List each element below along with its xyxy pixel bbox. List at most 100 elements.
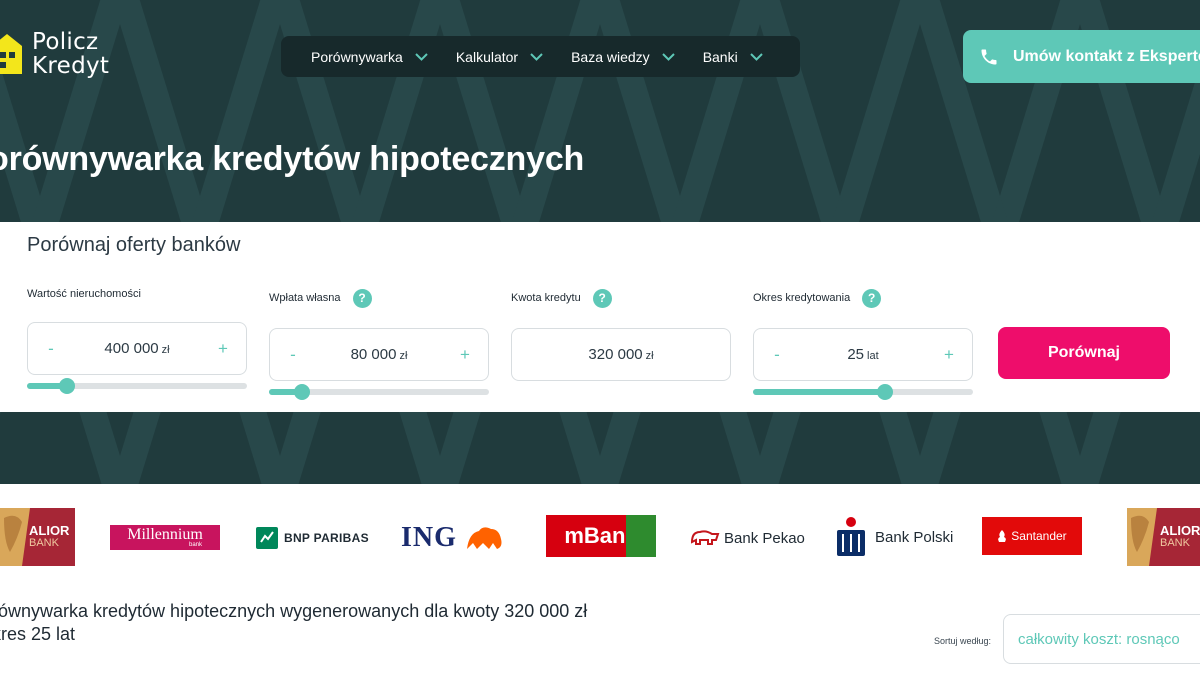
down-payment-slider[interactable] bbox=[269, 384, 489, 400]
page: Policz Kredyt Porównywarka Kalkulator Ba… bbox=[0, 0, 1200, 675]
increment-button[interactable]: + bbox=[942, 345, 956, 365]
chevron-down-icon bbox=[750, 52, 763, 61]
bank-logo-ing[interactable]: ING bbox=[401, 522, 505, 554]
pekao-bison-icon bbox=[690, 530, 720, 545]
millennium-name: Millennium bbox=[127, 525, 203, 543]
brand-logo[interactable]: Policz Kredyt bbox=[0, 30, 109, 78]
field-value: 25 lat bbox=[847, 346, 878, 363]
property-value-slider[interactable] bbox=[27, 378, 247, 394]
nav-item-baza-wiedzy[interactable]: Baza wiedzy bbox=[571, 49, 675, 65]
bnp-stars-icon bbox=[256, 527, 278, 549]
field-value: 320 000 zł bbox=[588, 346, 653, 363]
loan-amount-input[interactable]: 320 000 zł bbox=[511, 328, 731, 381]
increment-button[interactable]: + bbox=[216, 339, 230, 359]
sort-selected-value: całkowity koszt: rosnąco bbox=[1018, 630, 1180, 648]
nav-item-label: Kalkulator bbox=[455, 48, 519, 65]
loan-period-input[interactable]: - 25 lat + bbox=[753, 328, 973, 381]
value-unit: zł bbox=[161, 344, 170, 356]
value-number: 25 bbox=[847, 346, 865, 363]
pko-emblem-icon bbox=[837, 517, 865, 556]
field-value: 400 000 zł bbox=[104, 340, 169, 357]
field-label: Okres kredytowania bbox=[753, 292, 851, 304]
field-label-row: Kwota kredytu ? bbox=[511, 288, 731, 308]
loan-amount-field: Kwota kredytu ? 320 000 zł bbox=[511, 288, 731, 381]
loan-period-field: Okres kredytowania ? - 25 lat + bbox=[753, 288, 973, 400]
chevron-down-icon bbox=[661, 52, 675, 61]
bnp-name: BNP PARIBAS bbox=[284, 531, 369, 545]
bank-logo-pko[interactable]: Bank Polski bbox=[835, 516, 953, 558]
value-number: 320 000 bbox=[588, 346, 643, 363]
bank-logo-santander[interactable]: Santander bbox=[982, 517, 1082, 555]
santander-name: Santander bbox=[1011, 529, 1067, 543]
chevron-down-icon bbox=[530, 52, 543, 61]
value-unit: zł bbox=[399, 350, 408, 362]
bank-logos-strip: ALIOR BANK Millennium bank BNP PARIBAS I… bbox=[0, 506, 1200, 568]
loan-period-slider[interactable] bbox=[753, 384, 973, 400]
house-logo-icon bbox=[0, 34, 22, 74]
help-icon[interactable]: ? bbox=[352, 288, 372, 308]
nav-item-porownywarka[interactable]: Porównywarka bbox=[311, 49, 428, 65]
bank-logo-alior[interactable]: ALIOR BANK bbox=[0, 508, 75, 566]
slider-handle[interactable] bbox=[58, 378, 75, 394]
pekao-name: Bank Pekao bbox=[724, 529, 805, 547]
field-value: 80 000 zł bbox=[351, 346, 408, 363]
calculator-panel: Porównaj oferty banków Wartość nieruchom… bbox=[0, 222, 1200, 412]
value-number: 80 000 bbox=[350, 346, 397, 363]
brand-line-1: Policz bbox=[32, 29, 99, 55]
sort-select[interactable]: całkowity koszt: rosnąco bbox=[1003, 614, 1200, 664]
compare-button[interactable]: Porównaj bbox=[998, 327, 1170, 379]
brand-line-2: Kredyt bbox=[32, 53, 110, 79]
mbank-green-stripe bbox=[626, 515, 656, 557]
help-icon[interactable]: ? bbox=[862, 288, 882, 308]
alior-line-1: ALIOR bbox=[1160, 523, 1200, 538]
property-value-field: Wartość nieruchomości - 400 000 zł + bbox=[27, 284, 247, 394]
slider-fill bbox=[753, 389, 885, 395]
chevron-down-icon bbox=[415, 52, 428, 61]
bank-logo-millennium[interactable]: Millennium bank bbox=[110, 525, 220, 550]
alior-line-2: BANK bbox=[29, 537, 59, 549]
alior-line-2: BANK bbox=[1160, 537, 1190, 549]
nav-item-label: Baza wiedzy bbox=[571, 48, 650, 65]
bank-logo-mbank[interactable]: mBank bbox=[546, 515, 656, 557]
contact-button-label: Umów kontakt z Ekspertem bbox=[1013, 47, 1200, 65]
decrement-button[interactable]: - bbox=[770, 345, 784, 365]
value-unit: zł bbox=[645, 350, 654, 362]
ing-name: ING bbox=[401, 522, 457, 553]
results-heading-line-1: równywarka kredytów hipotecznych wygener… bbox=[0, 601, 588, 621]
pko-name: Bank Polski bbox=[875, 528, 954, 546]
help-icon[interactable]: ? bbox=[592, 288, 612, 308]
alior-text: ALIOR BANK bbox=[1160, 524, 1200, 550]
bank-logo-bnp-paribas[interactable]: BNP PARIBAS bbox=[256, 527, 369, 549]
page-title: orównywarka kredytów hipotecznych bbox=[0, 140, 585, 178]
property-value-input[interactable]: - 400 000 zł + bbox=[27, 322, 247, 375]
sort-label: Sortuj według: bbox=[934, 636, 992, 646]
nav-item-label: Porównywarka bbox=[311, 48, 403, 65]
down-payment-field: Wpłata własna ? - 80 000 zł + bbox=[269, 288, 489, 400]
increment-button[interactable]: + bbox=[458, 345, 472, 365]
decrement-button[interactable]: - bbox=[44, 339, 58, 359]
decrement-button[interactable]: - bbox=[286, 345, 300, 365]
field-label: Wartość nieruchomości bbox=[27, 288, 141, 300]
nav-item-kalkulator[interactable]: Kalkulator bbox=[456, 49, 543, 65]
slider-handle[interactable] bbox=[877, 384, 893, 400]
down-payment-input[interactable]: - 80 000 zł + bbox=[269, 328, 489, 381]
brand-name: Policz Kredyt bbox=[32, 30, 109, 78]
field-label: Kwota kredytu bbox=[511, 292, 581, 304]
slider-handle[interactable] bbox=[294, 384, 310, 400]
value-number: 400 000 bbox=[104, 340, 159, 357]
alior-line-1: ALIOR bbox=[29, 523, 70, 538]
nav-item-banki[interactable]: Banki bbox=[703, 49, 763, 65]
contact-expert-button[interactable]: Umów kontakt z Ekspertem bbox=[963, 30, 1200, 83]
millennium-sub: bank bbox=[188, 541, 202, 548]
value-unit: lat bbox=[867, 350, 879, 362]
bank-logo-alior-repeat[interactable]: ALIOR BANK bbox=[1127, 508, 1200, 566]
santander-flame-icon bbox=[998, 530, 1007, 542]
bank-logo-pekao[interactable]: Bank Pekao bbox=[690, 526, 805, 550]
ing-lion-icon bbox=[466, 527, 502, 549]
alior-text: ALIOR BANK bbox=[29, 524, 69, 550]
field-label: Wpłata własna bbox=[269, 292, 341, 304]
main-nav: Porównywarka Kalkulator Baza wiedzy Bank… bbox=[281, 36, 800, 77]
field-label-row: Wpłata własna ? bbox=[269, 288, 489, 308]
calculator-title: Porównaj oferty banków bbox=[27, 234, 241, 256]
field-label-row: Okres kredytowania ? bbox=[753, 288, 973, 308]
